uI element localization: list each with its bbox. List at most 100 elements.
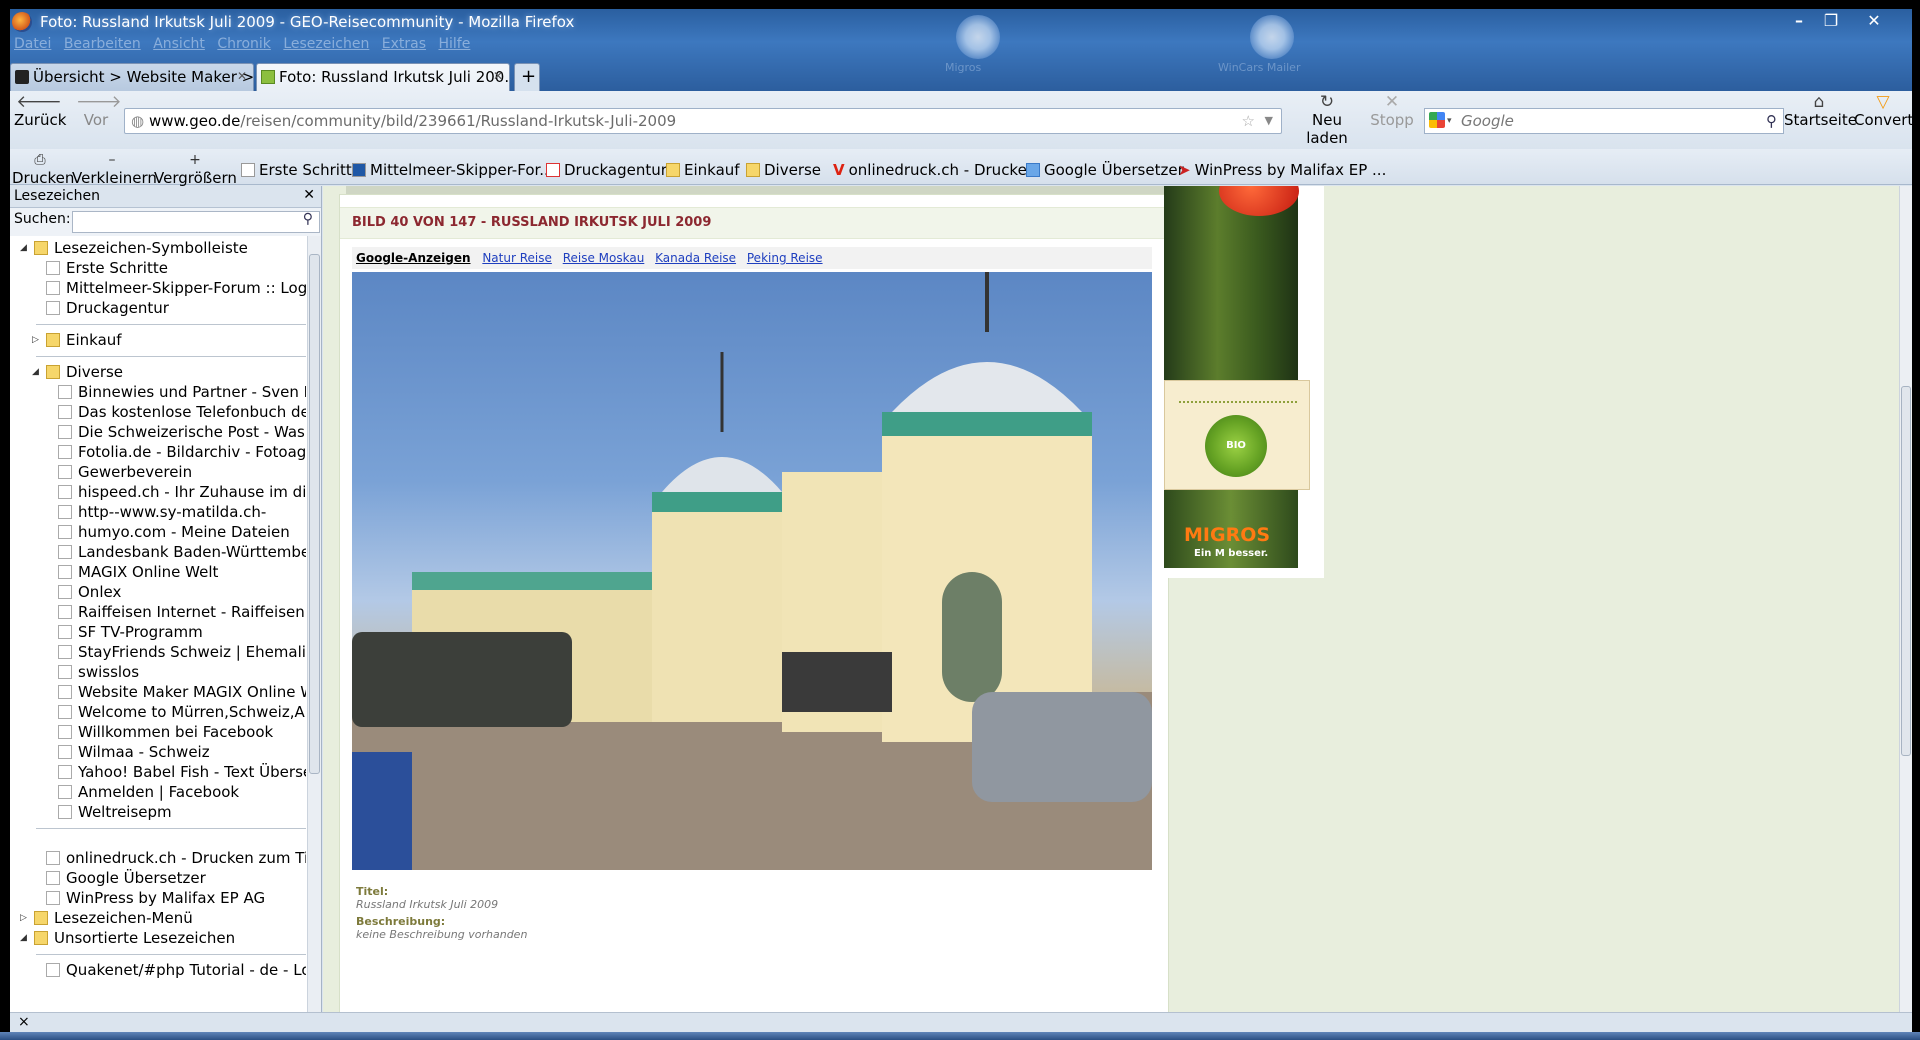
home-button[interactable]: ⌂ Startseite	[1784, 93, 1857, 129]
irkutsk-station-photo[interactable]	[352, 272, 1152, 870]
scrollbar-thumb[interactable]	[1901, 386, 1911, 756]
sidebar-item[interactable]: Website Maker MAGIX Online Welt	[58, 682, 306, 702]
sidebar-item[interactable]: StayFriends Schweiz | Ehemalige ...	[58, 642, 306, 662]
menu-hilfe[interactable]: Hilfe	[438, 36, 470, 52]
sidebar-search-input[interactable]	[72, 211, 320, 233]
bookmark-druckagentur[interactable]: Druckagentur	[546, 161, 667, 179]
twisty-icon[interactable]: ◢	[20, 243, 27, 253]
sidebar-item[interactable]: Unsortierte Lesezeichen	[34, 928, 306, 948]
stop-button[interactable]: ✕ Stopp	[1370, 93, 1414, 129]
twisty-icon[interactable]: ▷	[20, 913, 27, 923]
menu-bearbeiten[interactable]: Bearbeiten	[64, 36, 141, 52]
sidebar-item[interactable]: onlinedruck.ch - Drucken zum Tiefst...	[46, 848, 306, 868]
convert-button[interactable]: ▽ Convert	[1854, 93, 1912, 129]
sidebar-item[interactable]: swisslos	[58, 662, 306, 682]
twisty-icon[interactable]: ◢	[32, 367, 39, 377]
bookmark-mittelmeer[interactable]: Mittelmeer-Skipper-For...	[352, 161, 554, 179]
close-findbar-icon[interactable]: ×	[18, 1014, 30, 1030]
reload-label: Neu laden	[1306, 111, 1348, 147]
sidebar-item[interactable]: humyo.com - Meine Dateien	[58, 522, 306, 542]
sidebar-item[interactable]: Raiffeisen Internet - Raiffeisen E-B...	[58, 602, 306, 622]
scrollbar-thumb[interactable]	[309, 254, 320, 774]
folder-icon	[46, 365, 60, 379]
twisty-icon[interactable]: ◢	[20, 933, 27, 943]
reload-button[interactable]: ↻ Neu laden	[1292, 93, 1362, 147]
sidebar-item[interactable]: Google Übersetzer	[46, 868, 306, 888]
sidebar-item[interactable]: Wilmaa - Schweiz	[58, 742, 306, 762]
close-button[interactable]: ✕	[1854, 11, 1894, 33]
sidebar-item[interactable]: Landesbank Baden-Württemberg ...	[58, 542, 306, 562]
page-scrollbar[interactable]	[1899, 186, 1912, 1012]
sidebar-item[interactable]: Binnewies und Partner - Sven Binn...	[58, 382, 306, 402]
url-dropdown-icon[interactable]: ▼	[1265, 109, 1273, 133]
zoom-out-button[interactable]: – Verkleinern	[72, 151, 157, 187]
search-icon[interactable]: ⚲	[1766, 109, 1777, 133]
migros-ad[interactable]: BIO MIGROS Ein M besser.	[1164, 186, 1324, 578]
search-input[interactable]: ▾ Google ⚲	[1424, 108, 1784, 134]
sidebar-item[interactable]: Die Schweizerische Post - Was ist ...	[58, 422, 306, 442]
tab-website-maker[interactable]: Übersicht > Website Maker >... ✕	[10, 63, 254, 91]
search-icon[interactable]: ⚲	[303, 211, 313, 227]
sidebar-item[interactable]: Druckagentur	[46, 298, 306, 318]
sidebar-item[interactable]: WinPress by Malifax EP AG	[46, 888, 306, 908]
bookmark-einkauf[interactable]: Einkauf	[666, 161, 740, 179]
sidebar-item[interactable]: Welcome to Mürren,Schweiz,Alpen	[58, 702, 306, 722]
site-identity-icon[interactable]: ◍	[131, 109, 144, 133]
bookmark-diverse[interactable]: Diverse	[746, 161, 821, 179]
sidebar-item[interactable]: Willkommen bei Facebook	[58, 722, 306, 742]
sidebar-item-label: swisslos	[78, 663, 140, 681]
menu-chronik[interactable]: Chronik	[217, 36, 271, 52]
url-input[interactable]: ◍ www.geo.de/reisen/community/bild/23966…	[124, 108, 1282, 134]
sidebar-item[interactable]: hispeed.ch - Ihr Zuhause im digita...	[58, 482, 306, 502]
menu-datei[interactable]: Datei	[14, 36, 51, 52]
sidebar-item[interactable]: Diverse	[46, 362, 306, 382]
print-button[interactable]: ⎙ Drucken	[12, 151, 74, 187]
tab-close-icon[interactable]: ✕	[493, 69, 503, 83]
sidebar-scrollbar[interactable]	[307, 236, 321, 1012]
bookmark-winpress[interactable]: ➤ WinPress by Malifax EP ...	[1178, 161, 1386, 179]
new-tab-button[interactable]: +	[514, 63, 540, 91]
bookmark-onlinedruck[interactable]: Vonlinedruck.ch - Drucke...	[833, 161, 1041, 179]
sidebar-item[interactable]: Lesezeichen-Menü	[34, 908, 306, 928]
sidebar-close-icon[interactable]: ✕	[303, 187, 315, 203]
google-engine-icon[interactable]	[1429, 112, 1445, 128]
tab-close-icon[interactable]: ✕	[237, 69, 247, 83]
menu-ansicht[interactable]: Ansicht	[153, 36, 205, 52]
menu-lesezeichen[interactable]: Lesezeichen	[283, 36, 369, 52]
ad-link-reise-moskau[interactable]: Reise Moskau	[563, 251, 645, 265]
sidebar-item[interactable]: http--www.sy-matilda.ch-	[58, 502, 306, 522]
ad-link-peking-reise[interactable]: Peking Reise	[747, 251, 823, 265]
star-bookmark-icon[interactable]: ☆	[1242, 109, 1255, 133]
twisty-icon[interactable]: ▷	[32, 335, 39, 345]
engine-dropdown-icon[interactable]: ▾	[1447, 109, 1452, 133]
ad-link-natur-reise[interactable]: Natur Reise	[482, 251, 552, 265]
back-button[interactable]: 🡐 Zurück	[14, 93, 66, 129]
sidebar-item[interactable]: MAGIX Online Welt	[58, 562, 306, 582]
ad-link-kanada-reise[interactable]: Kanada Reise	[655, 251, 736, 265]
sidebar-item[interactable]: Das kostenlose Telefonbuch der S...	[58, 402, 306, 422]
forward-button[interactable]: 🡒 Vor	[76, 93, 122, 129]
sidebar-item[interactable]: Fotolia.de - Bildarchiv - Fotoagen...	[58, 442, 306, 462]
sidebar-separator	[36, 324, 306, 325]
minimize-button[interactable]: –	[1786, 11, 1812, 33]
sidebar-item[interactable]: Gewerbeverein	[58, 462, 306, 482]
bookmark-google-uebersetzer[interactable]: Google Übersetzer	[1026, 161, 1184, 179]
firefox-icon	[12, 12, 32, 32]
sidebar-separator	[36, 954, 306, 955]
tab-geo-foto[interactable]: Foto: Russland Irkutsk Juli 200... ✕	[256, 63, 510, 91]
sidebar-item[interactable]: Lesezeichen-Symbolleiste	[34, 238, 306, 258]
maximize-button[interactable]: ❐	[1818, 11, 1844, 33]
sidebar-item[interactable]: Einkauf	[46, 330, 306, 350]
zoom-in-button[interactable]: + Vergrößern	[154, 151, 237, 187]
sidebar-item[interactable]: Anmelden | Facebook	[58, 782, 306, 802]
sidebar-item[interactable]: Erste Schritte	[46, 258, 306, 278]
sidebar-item[interactable]: Onlex	[58, 582, 306, 602]
sidebar-item[interactable]: Quakenet/#php Tutorial - de - Logi...	[46, 960, 306, 980]
bookmark-erste-schritte[interactable]: Erste Schritte	[241, 161, 361, 179]
sidebar-item[interactable]: Weltreisepm	[58, 802, 306, 822]
sidebar-item[interactable]: Yahoo! Babel Fish - Text Übersetz...	[58, 762, 306, 782]
ads-label[interactable]: Google-Anzeigen	[356, 251, 471, 265]
sidebar-item[interactable]: SF TV-Programm	[58, 622, 306, 642]
menu-extras[interactable]: Extras	[382, 36, 426, 52]
sidebar-item[interactable]: Mittelmeer-Skipper-Forum :: Login	[46, 278, 306, 298]
